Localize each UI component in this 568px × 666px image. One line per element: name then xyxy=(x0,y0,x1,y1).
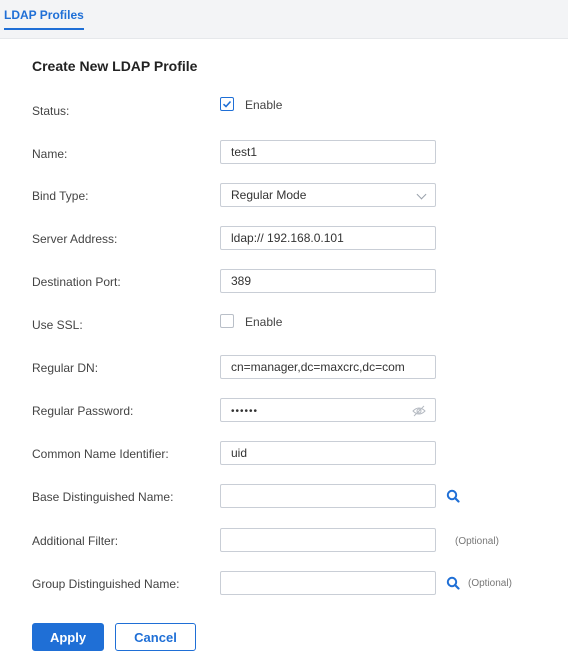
group-dn-optional-hint: (Optional) xyxy=(468,578,512,589)
use-ssl-enable-checkbox[interactable] xyxy=(220,314,234,328)
search-icon[interactable] xyxy=(446,489,460,503)
use-ssl-enable-label: Enable xyxy=(245,315,283,329)
regular-password-input[interactable]: •••••• xyxy=(220,398,436,422)
common-name-identifier-label: Common Name Identifier: xyxy=(32,447,169,461)
name-input[interactable]: test1 xyxy=(220,140,436,164)
cancel-button[interactable]: Cancel xyxy=(115,623,196,651)
form-title: Create New LDAP Profile xyxy=(32,58,198,74)
search-icon[interactable] xyxy=(446,576,460,590)
base-dn-input[interactable] xyxy=(220,484,436,508)
password-mask: •••••• xyxy=(231,406,259,417)
apply-button[interactable]: Apply xyxy=(32,623,104,651)
additional-filter-optional-hint: (Optional) xyxy=(455,536,499,547)
bind-type-value: Regular Mode xyxy=(231,188,307,202)
tab-bar: LDAP Profiles xyxy=(0,0,568,39)
destination-port-label: Destination Port: xyxy=(32,275,121,289)
regular-password-label: Regular Password: xyxy=(32,404,134,418)
base-dn-label: Base Distinguished Name: xyxy=(32,490,174,504)
check-icon xyxy=(222,100,232,108)
group-dn-label: Group Distinguished Name: xyxy=(32,577,180,591)
common-name-identifier-input[interactable]: uid xyxy=(220,441,436,465)
eye-slash-icon[interactable] xyxy=(412,405,426,417)
additional-filter-label: Additional Filter: xyxy=(32,534,119,548)
server-address-label: Server Address: xyxy=(32,232,118,246)
server-address-input[interactable]: ldap:// 192.168.0.101 xyxy=(220,226,436,250)
chevron-down-icon xyxy=(416,189,427,200)
destination-port-input[interactable]: 389 xyxy=(220,269,436,293)
bind-type-label: Bind Type: xyxy=(32,189,89,203)
regular-dn-label: Regular DN: xyxy=(32,361,99,375)
use-ssl-label: Use SSL: xyxy=(32,318,83,332)
bind-type-select[interactable]: Regular Mode xyxy=(220,183,436,207)
status-enable-label: Enable xyxy=(245,98,283,112)
status-label: Status: xyxy=(32,104,70,118)
group-dn-input[interactable] xyxy=(220,571,436,595)
status-enable-checkbox[interactable] xyxy=(220,97,234,111)
additional-filter-input[interactable] xyxy=(220,528,436,552)
name-label: Name: xyxy=(32,147,68,161)
regular-dn-input[interactable]: cn=manager,dc=maxcrc,dc=com xyxy=(220,355,436,379)
tab-ldap-profiles[interactable]: LDAP Profiles xyxy=(4,8,84,30)
